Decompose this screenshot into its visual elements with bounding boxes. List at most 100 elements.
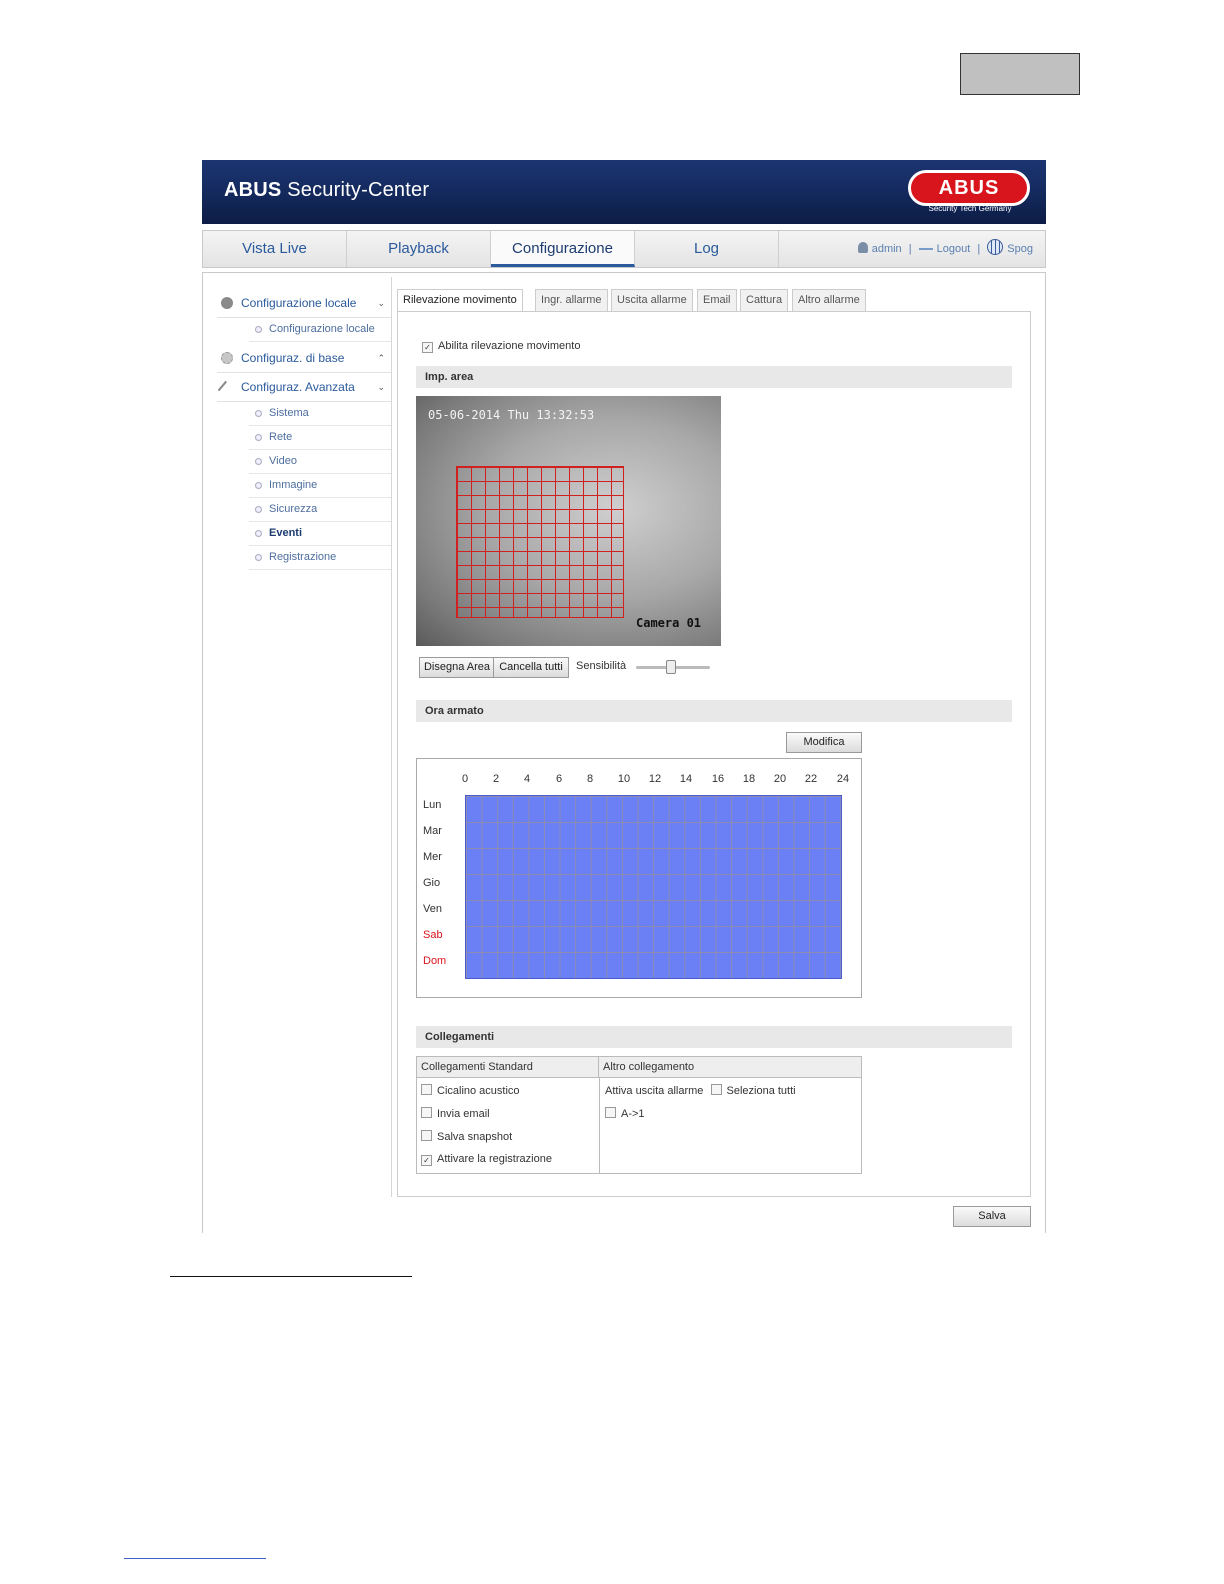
gear-icon (221, 352, 233, 364)
language-link[interactable]: Spog (1007, 243, 1033, 255)
bullet-icon (255, 482, 262, 489)
hour-label: 4 (523, 773, 531, 785)
logout-link[interactable]: Logout (937, 243, 971, 255)
link-checkbox[interactable] (421, 1084, 432, 1095)
day-label-weekend: Dom (423, 955, 447, 967)
tab-playback[interactable]: Playback (347, 231, 491, 267)
sidebar-divider (391, 277, 392, 1197)
user-name[interactable]: admin (872, 243, 902, 255)
link-label: Invia email (437, 1108, 490, 1120)
hour-label: 14 (679, 773, 693, 785)
nav-separator: | (977, 243, 981, 255)
sidebar-item-sistema[interactable]: Sistema (249, 402, 391, 426)
sidebar-item-sicurezza[interactable]: Sicurezza (249, 498, 391, 522)
arming-schedule: 0 2 4 6 8 10 12 14 16 18 20 22 24 Lun Ma… (416, 758, 862, 998)
sidebar-item-label: Sicurezza (269, 503, 318, 515)
sidebar-item-video[interactable]: Video (249, 450, 391, 474)
sidebar-item-label: Rete (269, 431, 293, 443)
camera-preview[interactable]: 05-06-2014 Thu 13:32:53 Camera 01 (416, 396, 721, 646)
tab-log[interactable]: Log (635, 231, 779, 267)
sidebar-item-label: Registrazione (269, 551, 337, 563)
tab-configurazione[interactable]: Configurazione (491, 231, 635, 267)
sidebar-section-label: Configuraz. Avanzata (241, 380, 355, 394)
link-checkbox[interactable] (421, 1130, 432, 1141)
main-nav: Vista Live Playback Configurazione Log a… (202, 230, 1046, 268)
link-row: ✓ Attivare la registrazione (421, 1153, 552, 1166)
link-checkbox[interactable] (421, 1107, 432, 1118)
sensitivity-slider-handle[interactable] (666, 660, 676, 674)
motion-area-grid[interactable] (456, 466, 624, 618)
sidebar-section-label: Configuraz. di base (241, 351, 345, 365)
camera-icon (221, 297, 233, 309)
footnote-line (124, 1558, 266, 1559)
output-label: A->1 (621, 1108, 645, 1120)
link-row: Cicalino acustico (421, 1084, 520, 1097)
bullet-icon (255, 506, 262, 513)
subtab-email[interactable]: Email (697, 289, 737, 311)
wrench-icon (217, 380, 230, 394)
edit-schedule-button[interactable]: Modifica (786, 732, 862, 753)
sidebar-item-label: Video (269, 455, 297, 467)
standard-links-header: Collegamenti Standard (417, 1057, 599, 1078)
output-row: A->1 (605, 1107, 645, 1120)
sidebar-item-configurazione-locale[interactable]: Configurazione locale (249, 318, 391, 342)
subtab-other-alarm[interactable]: Altro allarme (792, 289, 866, 311)
clear-all-button[interactable]: Cancella tutti (493, 657, 569, 678)
logo-tagline: Security Tech Germany (928, 204, 1012, 213)
subtab-motion-detection[interactable]: Rilevazione movimento (397, 289, 523, 312)
link-label: Salva snapshot (437, 1131, 513, 1143)
subtab-alarm-output[interactable]: Uscita allarme (611, 289, 693, 311)
day-label: Mer (423, 851, 442, 863)
app-title: ABUS Security-Center (224, 179, 430, 201)
tab-vista-live[interactable]: Vista Live (203, 231, 347, 267)
sidebar-section-basic-config[interactable]: Configuraz. di base ⌃ (217, 344, 391, 373)
area-section-header: Imp. area (416, 366, 1012, 388)
hour-label: 0 (461, 773, 469, 785)
hour-label: 16 (711, 773, 725, 785)
output-checkbox[interactable] (605, 1107, 616, 1118)
sidebar-item-registrazione[interactable]: Registrazione (249, 546, 391, 570)
draw-area-button[interactable]: Disegna Area (419, 657, 495, 678)
select-all-checkbox[interactable] (710, 1084, 722, 1095)
trigger-output-row: Attiva uscita allarme Seleziona tutti (605, 1084, 796, 1097)
document-rule (170, 1276, 412, 1277)
sidebar-item-label: Configurazione locale (269, 323, 375, 335)
sidebar: Configurazione locale ⌄ Configurazione l… (217, 289, 391, 570)
user-area: admin | Logout | Spog (856, 231, 1035, 267)
hour-label: 12 (648, 773, 662, 785)
sidebar-item-eventi[interactable]: Eventi (249, 522, 391, 546)
app-window: ABUS Security-Center ABUS Security Tech … (202, 160, 1046, 1233)
hour-label: 8 (586, 773, 594, 785)
nav-separator: | (908, 243, 912, 255)
camera-name-overlay: Camera 01 (636, 616, 702, 630)
sidebar-item-immagine[interactable]: Immagine (249, 474, 391, 498)
hour-label: 22 (804, 773, 818, 785)
camera-timestamp: 05-06-2014 Thu 13:32:53 (428, 408, 595, 422)
hour-label: 18 (742, 773, 756, 785)
day-label: Ven (423, 903, 442, 915)
sidebar-item-label: Eventi (269, 527, 303, 539)
header-banner: ABUS Security-Center ABUS Security Tech … (202, 160, 1046, 224)
day-label-weekend: Sab (423, 929, 443, 941)
page-corner-box (960, 53, 1080, 95)
hour-label: 10 (617, 773, 631, 785)
enable-motion-checkbox[interactable]: ✓ (422, 342, 433, 353)
motion-panel: ✓ Abilita rilevazione movimento Imp. area… (397, 311, 1031, 1197)
day-label: Gio (423, 877, 441, 889)
save-button[interactable]: Salva (953, 1206, 1031, 1227)
bullet-icon (255, 458, 262, 465)
trigger-output-label: Attiva uscita allarme (605, 1085, 704, 1097)
subtab-alarm-input[interactable]: Ingr. allarme (535, 289, 608, 311)
sidebar-section-advanced-config[interactable]: Configuraz. Avanzata ⌄ (217, 373, 391, 402)
subtab-capture[interactable]: Cattura (740, 289, 789, 311)
bullet-icon (255, 410, 262, 417)
schedule-grid[interactable] (465, 795, 842, 979)
sidebar-section-local-config[interactable]: Configurazione locale ⌄ (217, 289, 391, 318)
globe-icon (987, 239, 1004, 255)
hour-label: 24 (836, 773, 850, 785)
enable-motion-label: Abilita rilevazione movimento (438, 340, 581, 352)
sidebar-item-rete[interactable]: Rete (249, 426, 391, 450)
bullet-icon (255, 434, 262, 441)
sensitivity-label: Sensibilità (576, 660, 627, 672)
link-checkbox[interactable]: ✓ (421, 1155, 432, 1166)
